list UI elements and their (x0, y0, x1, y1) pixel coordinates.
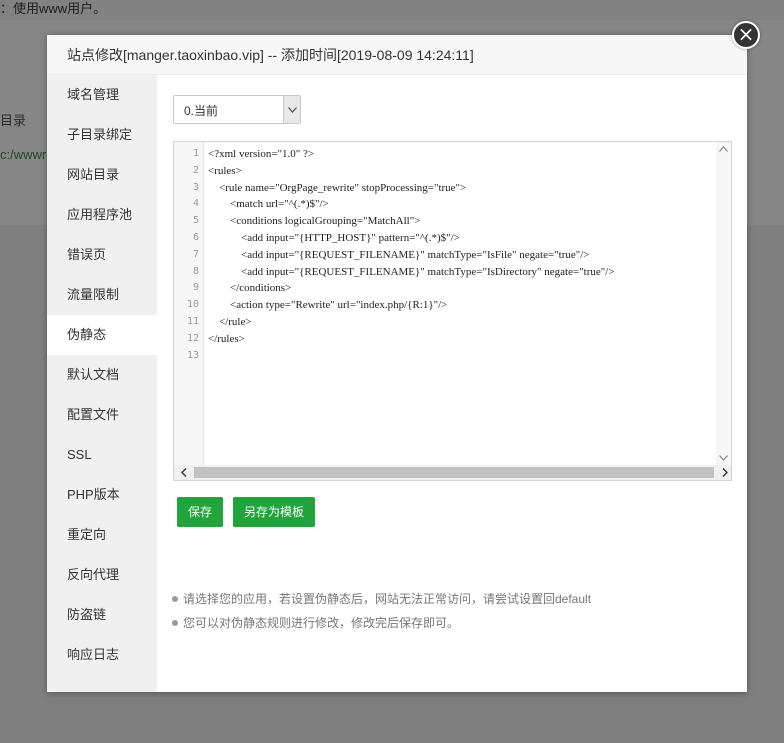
line-number: 8 (192, 265, 199, 277)
sidebar-item-label: PHP版本 (67, 487, 120, 502)
rewrite-template-select[interactable]: 0.当前 (173, 95, 301, 124)
sidebar-item-label: 应用程序池 (67, 207, 133, 222)
sidebar-item-label: 子目录绑定 (67, 127, 133, 142)
code-line: <?xml version="1.0" ?> (208, 148, 315, 160)
site-edit-modal: 站点修改[manger.taoxinbao.vip] -- 添加时间[2019-… (47, 35, 747, 692)
scroll-up-icon[interactable] (716, 142, 731, 157)
sidebar-item-label: 域名管理 (67, 87, 120, 102)
sidebar-item-site-directory[interactable]: 网站目录 (47, 155, 157, 195)
code-line: <action type="Rewrite" url="index.php/{R… (208, 299, 448, 312)
save-as-template-button[interactable]: 另存为模板 (233, 497, 315, 527)
code-line: <add input="{HTTP_HOST}" pattern="^(.*)$… (208, 232, 460, 244)
line-number: 13 (186, 349, 199, 361)
sidebar-item-label: 默认文档 (67, 367, 120, 382)
line-number: 7 (192, 248, 199, 260)
scroll-left-icon[interactable] (176, 465, 191, 480)
background-top-bar: ：使用www用户。 (0, 0, 784, 20)
background-column-label: 目录 (0, 113, 27, 128)
select-value: 0.当前 (184, 104, 219, 118)
code-line: <rules> (208, 164, 242, 177)
sidebar-item-php-version[interactable]: PHP版本 (47, 475, 157, 515)
line-number: 11 (186, 316, 199, 327)
sidebar-item-label: 伪静态 (67, 327, 107, 342)
line-number-gutter: 1 2 3 4 5 6 7 8 9 10 11 12 13 (174, 142, 204, 466)
close-icon: × (737, 22, 755, 46)
sidebar-item-traffic-limit[interactable]: 流量限制 (47, 275, 157, 315)
sidebar-item-label: 响应日志 (67, 647, 120, 662)
line-number: 10 (186, 299, 199, 311)
sidebar-item-subdir-binding[interactable]: 子目录绑定 (47, 115, 157, 155)
save-button[interactable]: 保存 (177, 497, 223, 527)
sidebar-item-label: 错误页 (67, 247, 107, 262)
sidebar-item-label: 重定向 (67, 527, 107, 542)
sidebar-item-reverse-proxy[interactable]: 反向代理 (47, 555, 157, 595)
code-line: <conditions logicalGrouping="MatchAll"> (208, 215, 421, 228)
sidebar-item-default-document[interactable]: 默认文档 (47, 355, 157, 395)
sidebar-item-app-pool[interactable]: 应用程序池 (47, 195, 157, 235)
code-editor[interactable]: 1 2 3 4 5 6 7 8 9 10 11 12 13 <?xml version="1.0" ?>… (173, 141, 732, 481)
tip-item: 您可以对伪静态规则进行修改，修改完后保存即可。 (171, 611, 591, 635)
modal-title: 站点修改[manger.taoxinbao.vip] -- 添加时间[2019-… (67, 47, 474, 63)
sidebar-item-error-page[interactable]: 错误页 (47, 235, 157, 275)
line-number: 1 (192, 148, 199, 159)
line-number: 5 (192, 215, 199, 227)
sidebar-item-label: 防盗链 (67, 607, 107, 622)
line-number: 2 (192, 164, 199, 176)
sidebar-item-config-file[interactable]: 配置文件 (47, 395, 157, 435)
sidebar-item-response-log[interactable]: 响应日志 (47, 635, 157, 675)
sidebar-item-label: 反向代理 (67, 567, 120, 582)
code-line: </conditions> (208, 282, 292, 295)
vertical-scrollbar[interactable] (716, 142, 731, 466)
code-line: <add input="{REQUEST_FILENAME}" matchTyp… (208, 265, 615, 278)
line-number: 4 (192, 198, 199, 210)
line-number: 6 (192, 232, 199, 243)
horizontal-scrollbar[interactable] (174, 465, 731, 480)
line-number: 12 (186, 332, 199, 344)
code-line: <add input="{REQUEST_FILENAME}" matchTyp… (208, 248, 590, 261)
scroll-down-icon[interactable] (716, 451, 731, 466)
sidebar-item-label: 配置文件 (67, 407, 120, 422)
line-number: 9 (192, 282, 199, 294)
sidebar-item-label: 流量限制 (67, 287, 120, 302)
sidebar-item-hotlink-protection[interactable]: 防盗链 (47, 595, 157, 635)
sidebar-item-label: 网站目录 (67, 167, 120, 182)
tips-list: 请选择您的应用，若设置伪静态后，网站无法正常访问，请尝试设置回default 您… (171, 587, 591, 635)
code-line: <match url="^(.*)$"/> (208, 198, 329, 211)
code-line: </rules> (208, 332, 245, 345)
settings-sidebar: 域名管理 子目录绑定 网站目录 应用程序池 错误页 流量限制 伪静态 默认文档 … (47, 75, 157, 692)
scroll-right-icon[interactable] (717, 465, 731, 480)
code-line: </rule> (208, 316, 252, 328)
sidebar-item-domain[interactable]: 域名管理 (47, 75, 157, 115)
horizontal-scroll-thumb[interactable] (194, 467, 714, 478)
modal-header: 站点修改[manger.taoxinbao.vip] -- 添加时间[2019-… (47, 35, 747, 75)
line-number: 3 (192, 181, 199, 193)
close-button[interactable]: × (732, 21, 760, 49)
sidebar-item-rewrite[interactable]: 伪静态 (47, 315, 157, 355)
tip-item: 请选择您的应用，若设置伪静态后，网站无法正常访问，请尝试设置回default (171, 587, 591, 611)
background-path-link: c:/wwwro (0, 147, 54, 162)
sidebar-item-ssl[interactable]: SSL (47, 435, 157, 475)
sidebar-item-redirect[interactable]: 重定向 (47, 515, 157, 555)
code-line: <rule name="OrgPage_rewrite" stopProcess… (208, 181, 467, 194)
sidebar-item-label: SSL (67, 447, 92, 462)
rewrite-panel: 0.当前 1 2 3 4 5 6 7 8 9 10 11 12 13 <?xml version="1.… (157, 75, 747, 692)
background-notice-text: ：使用www用户。 (0, 1, 107, 16)
chevron-down-icon (283, 96, 300, 123)
